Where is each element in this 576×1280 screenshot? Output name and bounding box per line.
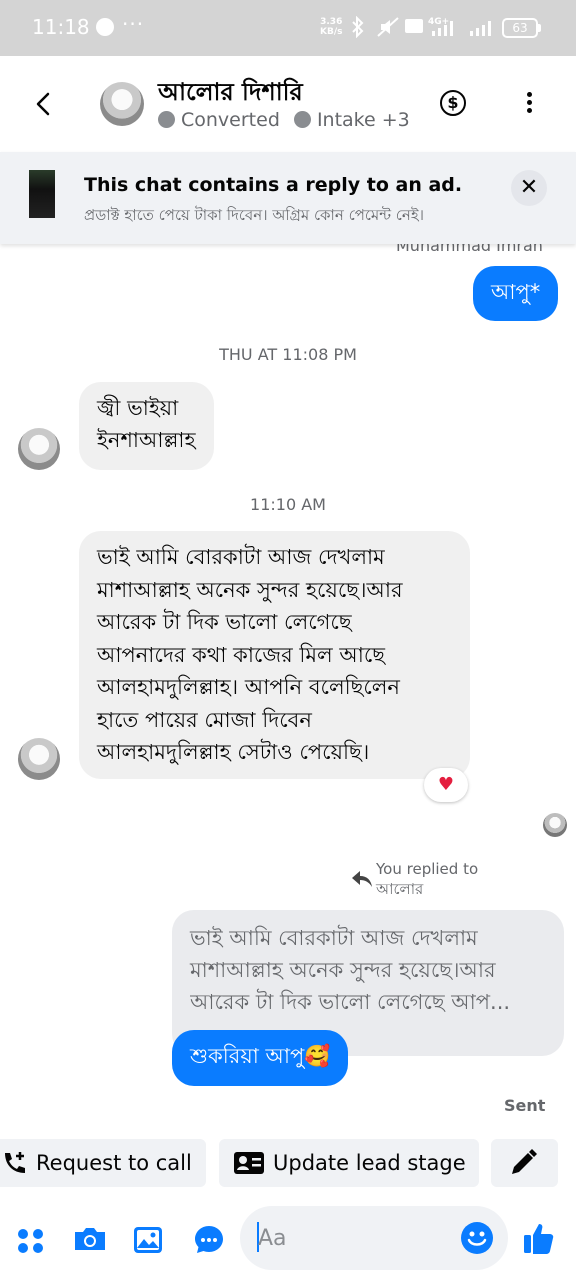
emoji-icon[interactable] bbox=[461, 1222, 493, 1254]
timestamp: THU AT 11:08 PM bbox=[219, 345, 357, 364]
battery-level: 63 bbox=[502, 18, 538, 38]
message-outgoing[interactable]: আপু* bbox=[473, 266, 559, 321]
like-icon[interactable] bbox=[522, 1220, 556, 1254]
message-status: Sent bbox=[504, 1096, 546, 1115]
tag-converted: Converted bbox=[181, 109, 280, 131]
signal-icon bbox=[468, 16, 494, 43]
timestamp: 11:10 AM bbox=[250, 495, 326, 514]
tag-intake: Intake +3 bbox=[316, 109, 410, 131]
more-icon[interactable] bbox=[527, 92, 533, 116]
signal-4g-icon: 4G+ bbox=[428, 16, 464, 43]
request-to-call-button[interactable]: Request to call bbox=[0, 1139, 206, 1187]
reply-context: You replied to আলোর bbox=[376, 860, 479, 898]
message-incoming[interactable]: ভাই আমি বোরকাটা আজ দেখলাম মাশাআল্লাহ অনে… bbox=[79, 531, 470, 779]
mute-icon bbox=[376, 16, 400, 43]
close-icon[interactable]: ✕ bbox=[511, 170, 547, 206]
contact-name[interactable]: আলোর দিশারি bbox=[158, 74, 303, 114]
pencil-icon bbox=[508, 1148, 538, 1182]
ad-banner-title: This chat contains a reply to an ad. bbox=[84, 174, 463, 196]
tag-dot-icon bbox=[158, 111, 175, 128]
battery-icon bbox=[538, 24, 541, 32]
message-incoming[interactable]: জ্বী ভাইয়া ইনশাআল্লাহ bbox=[79, 382, 214, 470]
apps-grid-icon[interactable] bbox=[14, 1222, 48, 1256]
dollar-icon[interactable]: $ bbox=[440, 90, 466, 116]
chat-bubble-icon[interactable] bbox=[192, 1222, 226, 1256]
message-outgoing[interactable]: শুকরিয়া আপু🥰 bbox=[172, 1030, 349, 1086]
more-notifications-icon: ··· bbox=[122, 12, 145, 36]
messenger-notification-icon bbox=[96, 18, 114, 36]
network-speed: 3.36 KB/s bbox=[320, 17, 343, 37]
lead-tags[interactable]: Converted Intake +3 bbox=[158, 109, 410, 131]
contact-avatar[interactable] bbox=[100, 82, 144, 126]
contact-card-icon bbox=[233, 1150, 265, 1180]
ad-thumbnail[interactable] bbox=[29, 170, 55, 218]
read-receipt-avatar bbox=[543, 813, 567, 837]
heart-icon[interactable]: ♥ bbox=[424, 768, 468, 802]
message-input-placeholder: Aa bbox=[258, 1226, 287, 1251]
reply-arrow-icon bbox=[350, 868, 374, 890]
gallery-icon[interactable] bbox=[131, 1222, 165, 1256]
phone-plus-icon bbox=[0, 1150, 28, 1182]
bluetooth-icon bbox=[350, 15, 366, 43]
volte-icon bbox=[404, 16, 424, 41]
status-time: 11:18 bbox=[32, 15, 90, 39]
ad-reply-banner bbox=[0, 152, 576, 244]
sender-avatar[interactable] bbox=[18, 428, 60, 470]
tag-dot-icon bbox=[293, 111, 311, 128]
camera-icon[interactable] bbox=[72, 1222, 106, 1256]
back-arrow-icon[interactable] bbox=[30, 88, 58, 120]
sender-avatar[interactable] bbox=[18, 738, 60, 780]
ad-banner-subtitle: প্রডাক্ট হাতে পেয়ে টাকা দিবেন। অগ্রিম ক… bbox=[84, 206, 425, 224]
